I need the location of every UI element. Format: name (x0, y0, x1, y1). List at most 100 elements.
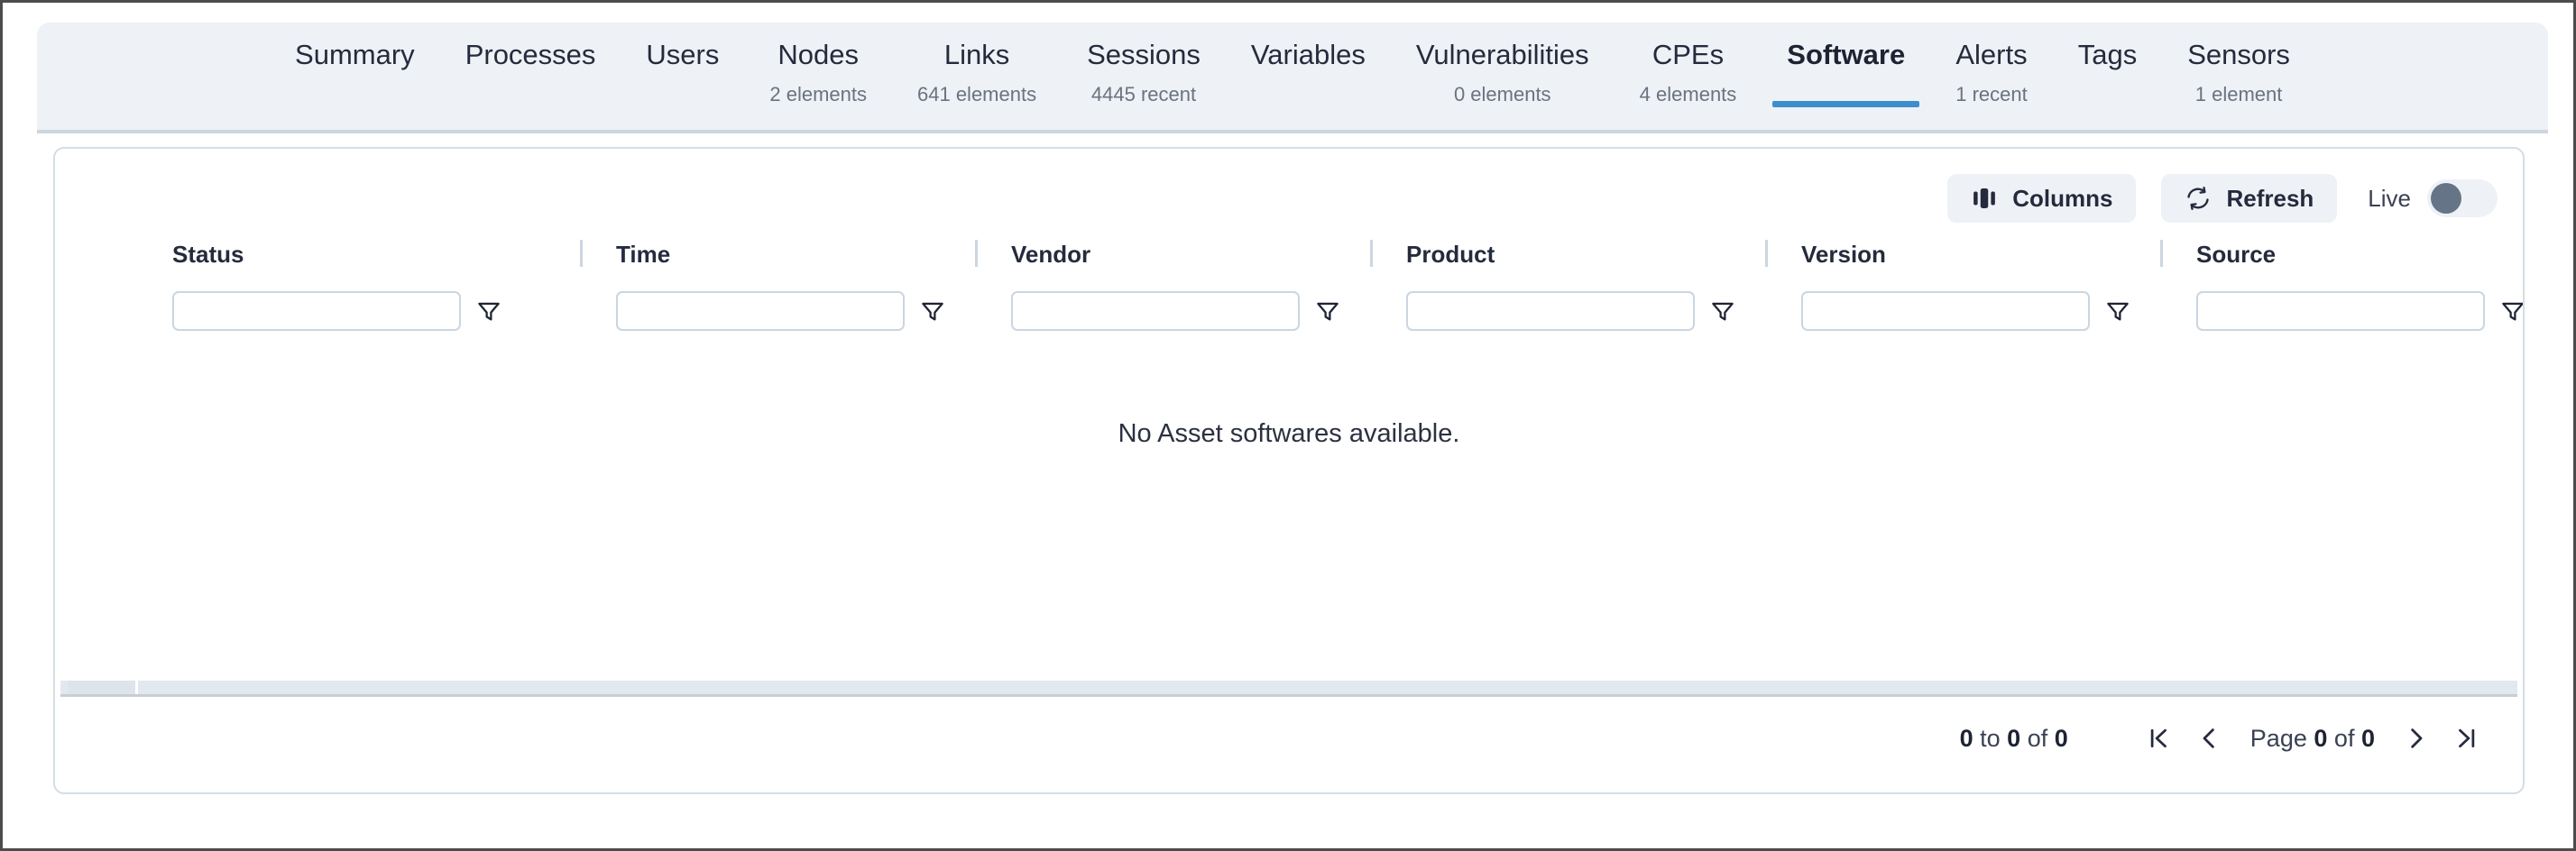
filter-input-product[interactable] (1406, 291, 1695, 331)
column-header-label: Status (172, 240, 244, 268)
column-divider[interactable] (580, 240, 583, 267)
filter-cell-vendor (1011, 291, 1341, 331)
tab-label: Tags (2077, 39, 2138, 70)
tab-users[interactable]: Users (621, 23, 744, 107)
page-word: Page (2249, 724, 2307, 752)
horizontal-scrollbar[interactable] (60, 681, 2517, 697)
tab-label: Processes (465, 39, 596, 70)
range-of-word: of (2027, 724, 2048, 752)
column-divider[interactable] (1370, 240, 1373, 267)
tab-vulnerabilities[interactable]: Vulnerabilities 0 elements (1391, 23, 1615, 107)
filter-input-source[interactable] (2196, 291, 2485, 331)
tab-sessions[interactable]: Sessions 4445 recent (1062, 23, 1226, 107)
column-divider[interactable] (2160, 240, 2163, 267)
tab-software[interactable]: Software (1762, 23, 1930, 107)
horizontal-scrollbar-thumb[interactable] (68, 681, 138, 694)
tab-summary[interactable]: Summary (270, 23, 440, 107)
refresh-button[interactable]: Refresh (2161, 174, 2338, 223)
tab-active-indicator (1941, 101, 2042, 107)
filter-cell-source (2196, 291, 2525, 331)
table-toolbar: Columns Refresh Live (1947, 174, 2498, 223)
tab-alerts[interactable]: Alerts 1 recent (1930, 23, 2053, 107)
tab-active-indicator (2173, 101, 2305, 107)
live-toggle-knob (2431, 183, 2461, 214)
tab-label: Vulnerabilities (1415, 39, 1589, 70)
filter-funnel-icon[interactable] (2104, 297, 2131, 325)
tab-label: Summary (295, 39, 415, 70)
tab-label: Nodes (777, 39, 859, 70)
filter-funnel-icon[interactable] (1709, 297, 1736, 325)
column-header-label: Product (1406, 240, 1495, 268)
columns-button[interactable]: Columns (1947, 174, 2137, 223)
filter-cell-status (172, 291, 502, 331)
tab-active-indicator (1402, 101, 1604, 107)
page-total: 0 (2360, 724, 2375, 752)
filter-funnel-icon[interactable] (919, 297, 946, 325)
first-page-button[interactable] (2133, 717, 2184, 760)
app-window: Summary Processes Users Nodes 2 elements Link… (0, 0, 2576, 851)
first-page-icon (2150, 728, 2167, 748)
range-start: 0 (1959, 724, 1973, 752)
tab-strip: Summary Processes Users Nodes 2 elements Link… (37, 23, 2548, 133)
tab-active-indicator (1072, 101, 1215, 107)
page-of-word: of (2333, 724, 2355, 752)
live-label: Live (2368, 184, 2411, 212)
tab-active-indicator (281, 101, 429, 107)
column-header-label: Time (616, 240, 671, 268)
tab-sensors[interactable]: Sensors 1 element (2162, 23, 2315, 107)
empty-state-message: No Asset softwares available. (1118, 419, 1460, 448)
range-end: 0 (2007, 724, 2021, 752)
tab-label: Software (1787, 39, 1906, 70)
live-toggle-group: Live (2368, 179, 2498, 217)
range-total: 0 (2054, 724, 2068, 752)
column-header-status[interactable]: Status (172, 232, 244, 277)
table-filter-row (55, 291, 2523, 333)
tab-active-indicator (1772, 101, 1920, 107)
tab-active-indicator (755, 101, 881, 107)
range-to-word: to (1980, 724, 2001, 752)
filter-cell-time (616, 291, 946, 331)
tab-variables[interactable]: Variables (1226, 23, 1391, 107)
tab-nodes[interactable]: Nodes 2 elements (744, 23, 892, 107)
tab-label: Sessions (1087, 39, 1201, 70)
filter-funnel-icon[interactable] (475, 297, 502, 325)
pagination-bar: 0 to 0 of 0 Page 0 of 0 (1960, 717, 2492, 760)
column-header-product[interactable]: Product (1406, 232, 1495, 277)
column-header-label: Source (2196, 240, 2277, 268)
last-page-button[interactable] (2442, 717, 2492, 760)
tab-label: CPEs (1651, 39, 1725, 70)
tab-label: Variables (1250, 39, 1366, 70)
tab-active-indicator (1625, 101, 1752, 107)
column-header-vendor[interactable]: Vendor (1011, 232, 1090, 277)
columns-icon (1971, 185, 1998, 212)
column-divider[interactable] (1765, 240, 1768, 267)
tab-bar: Summary Processes Users Nodes 2 elements Link… (37, 23, 2548, 133)
filter-funnel-icon[interactable] (2499, 297, 2525, 325)
tab-label: Users (646, 39, 720, 70)
software-table-card: Columns Refresh Live Status Time Vendor … (53, 147, 2525, 794)
column-divider[interactable] (975, 240, 978, 267)
columns-button-label: Columns (2012, 184, 2113, 212)
tab-tags[interactable]: Tags (2053, 23, 2162, 107)
previous-page-button[interactable] (2184, 717, 2234, 760)
tab-label: Links (943, 39, 1010, 70)
filter-input-time[interactable] (616, 291, 905, 331)
page-current: 0 (2314, 724, 2328, 752)
filter-input-version[interactable] (1801, 291, 2090, 331)
live-toggle[interactable] (2427, 179, 2498, 217)
tab-links[interactable]: Links 641 elements (892, 23, 1062, 107)
filter-input-status[interactable] (172, 291, 461, 331)
chevron-left-icon (2203, 728, 2214, 748)
filter-funnel-icon[interactable] (1314, 297, 1341, 325)
column-header-version[interactable]: Version (1801, 232, 1886, 277)
filter-cell-version (1801, 291, 2131, 331)
column-header-time[interactable]: Time (616, 232, 670, 277)
tab-label: Sensors (2187, 39, 2290, 70)
column-header-source[interactable]: Source (2196, 232, 2276, 277)
filter-input-vendor[interactable] (1011, 291, 1300, 331)
next-page-button[interactable] (2391, 717, 2442, 760)
tab-processes[interactable]: Processes (440, 23, 621, 107)
tab-active-indicator (631, 101, 733, 107)
tab-active-indicator (451, 101, 611, 107)
tab-cpes[interactable]: CPEs 4 elements (1615, 23, 1762, 107)
